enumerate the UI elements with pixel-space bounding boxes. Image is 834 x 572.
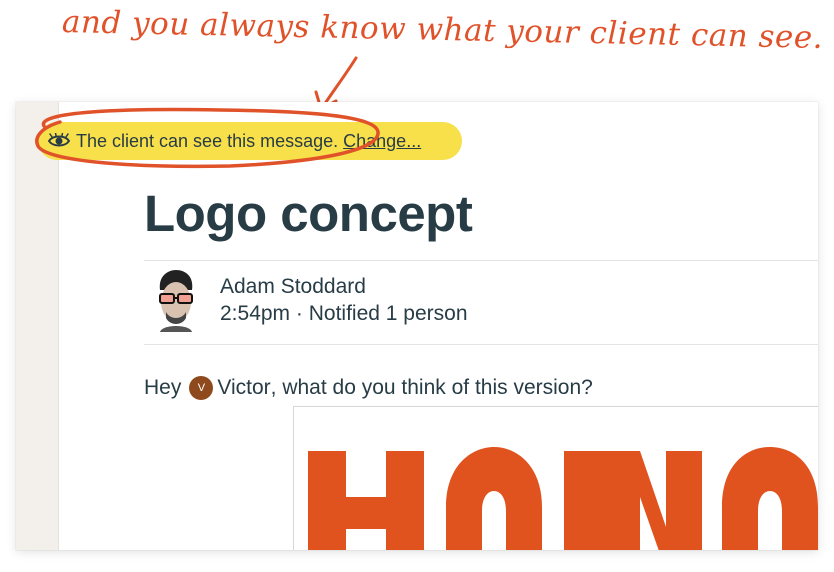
logo-image bbox=[308, 447, 818, 550]
message-body: Hey V Victor , what do you think of this… bbox=[144, 376, 593, 400]
visibility-text: The client can see this message. bbox=[76, 130, 339, 151]
author-info: Adam Stoddard 2:54pm · Notified 1 person bbox=[220, 273, 468, 327]
post-time[interactable]: 2:54pm bbox=[220, 302, 290, 325]
meta-separator: · bbox=[295, 302, 303, 325]
annotation-caption: and you always know what your client can… bbox=[61, 4, 824, 56]
side-strip bbox=[16, 102, 59, 550]
annotation-arrow bbox=[320, 56, 358, 110]
author-block: Adam Stoddard 2:54pm · Notified 1 person bbox=[154, 268, 468, 332]
message-window: The client can see this message. Change.… bbox=[16, 102, 818, 550]
eye-icon bbox=[48, 133, 70, 147]
author-meta: 2:54pm · Notified 1 person bbox=[220, 300, 468, 327]
mention-avatar: V bbox=[189, 376, 214, 400]
author-name[interactable]: Adam Stoddard bbox=[220, 273, 468, 300]
change-visibility-link[interactable]: Change... bbox=[343, 131, 421, 152]
message-title: Logo concept bbox=[144, 185, 473, 242]
mention-name: Victor bbox=[217, 376, 271, 399]
client-visibility-banner: The client can see this message. Change.… bbox=[38, 122, 462, 160]
message-text: , what do you think of this version? bbox=[270, 376, 593, 399]
notified-count[interactable]: Notified 1 person bbox=[309, 302, 468, 325]
logo-attachment[interactable] bbox=[293, 406, 818, 550]
title-divider bbox=[144, 260, 818, 261]
mention-victor[interactable]: V Victor bbox=[189, 376, 271, 400]
avatar[interactable] bbox=[154, 268, 198, 332]
author-divider bbox=[144, 344, 818, 345]
greeting: Hey bbox=[144, 376, 182, 399]
